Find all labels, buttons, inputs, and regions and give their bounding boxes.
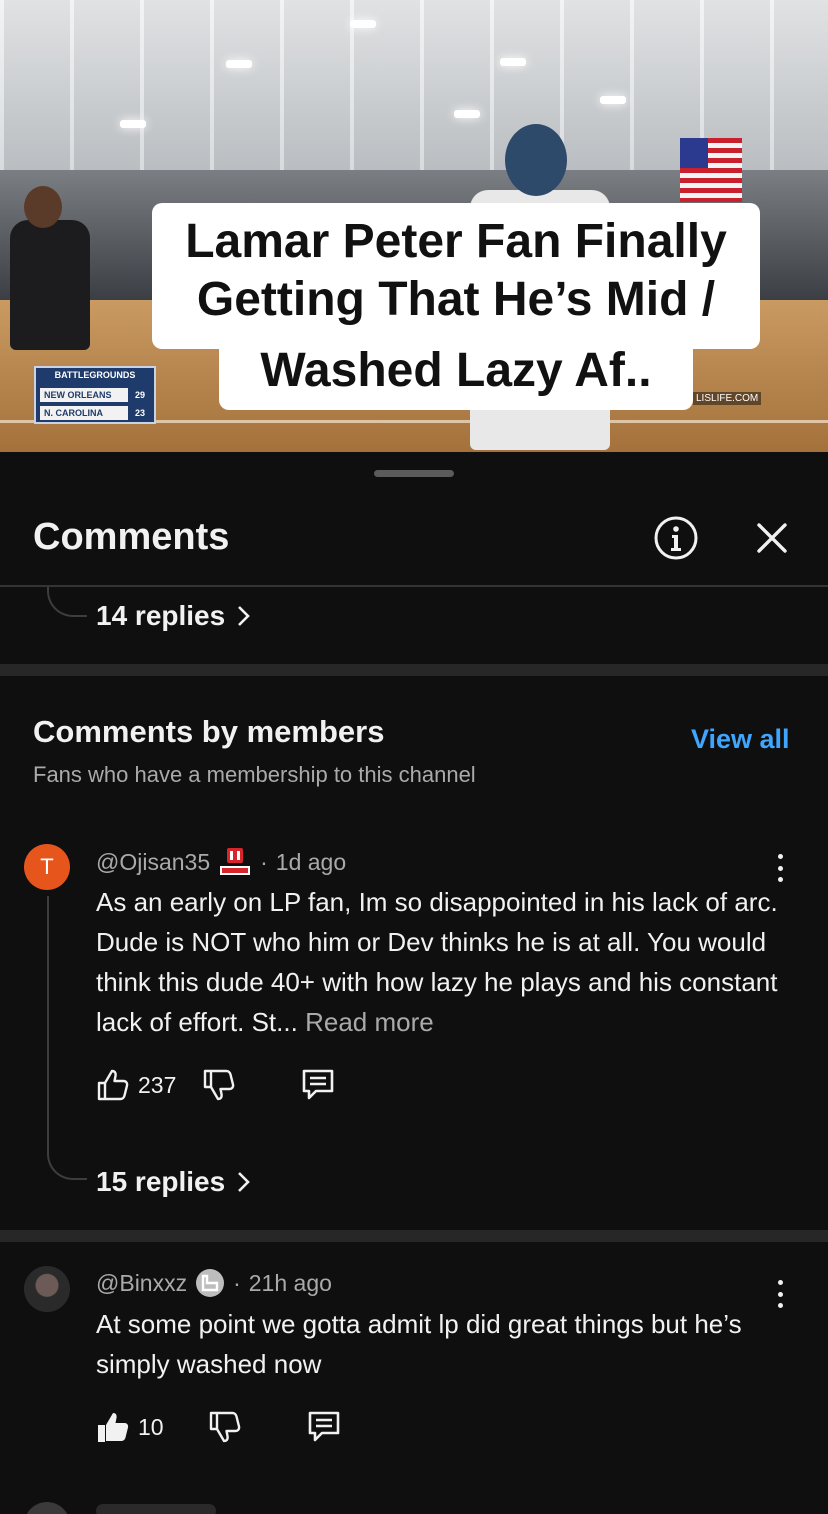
chevron-right-icon [238,1172,251,1192]
scorebug: BATTLEGROUNDS NEW ORLEANS 29 N. CAROLINA 2… [34,366,156,424]
caption-line-2: Getting That He’s Mid / [196,273,716,326]
read-more-link[interactable]: Read more [305,1007,434,1037]
comment-meta: @Binxxz · 21h ago [96,1268,332,1298]
star-badge-icon [218,847,252,877]
like-count: 10 [138,1413,164,1440]
header-divider [0,585,828,587]
thumbs-down-icon [204,1069,235,1101]
comment-text: At some point we gotta admit lp did grea… [96,1309,742,1379]
members-section-subtitle: Fans who have a membership to this chann… [33,762,476,787]
like-count: 237 [138,1071,177,1098]
avatar[interactable] [24,1266,70,1312]
avatar[interactable]: T [24,844,70,890]
dislike-button[interactable] [202,1068,236,1102]
comment-author[interactable]: @Ojisan35 [96,849,210,876]
close-icon [757,523,787,553]
members-section-title: Comments by members [33,714,385,749]
thumbs-up-icon [97,1069,129,1101]
drag-handle[interactable] [374,470,454,477]
comment-time: 21h ago [248,1269,332,1296]
more-options-button[interactable] [770,850,790,886]
avatar[interactable] [24,1502,70,1514]
thread-line [47,896,49,1148]
section-divider [0,664,828,676]
dislike-button[interactable] [208,1410,242,1444]
caption-line-3: Washed Lazy Af.. [260,344,652,397]
replies-button[interactable]: 14 replies [96,600,251,632]
replies-button[interactable]: 15 replies [96,1166,251,1198]
chevron-right-icon [238,606,251,626]
reply-comment-icon [308,1411,339,1442]
comment-actions: 237 [96,1068,336,1102]
section-divider [0,1230,828,1242]
comment-author[interactable]: @Binxxz [96,1270,187,1297]
comment-text: As an early on LP fan, Im so disappointe… [96,887,778,1037]
thread-connector [47,587,87,617]
reply-button[interactable] [300,1068,336,1102]
flag-image [680,138,742,202]
watermark: LISLIFE.COM [693,392,762,405]
member-badge-icon [195,1268,225,1298]
video-player[interactable]: BATTLEGROUNDS NEW ORLEANS 29 N. CAROLINA 2… [0,0,828,452]
like-button[interactable]: 237 [96,1068,176,1102]
comment-time: 1d ago [275,848,347,875]
caption-line-1: Lamar Peter Fan Finally [185,215,727,268]
player-left [10,220,90,350]
thumbs-up-filled-icon [98,1413,129,1442]
sheet-title: Comments [33,516,230,558]
reply-button[interactable] [306,1410,342,1444]
comment-actions: 10 [96,1410,342,1444]
thumbs-down-icon [209,1411,240,1443]
replies-label: 15 replies [96,1166,226,1197]
next-comment-meta [96,1504,216,1514]
video-caption-line-3-box: Washed Lazy Af.. [219,340,693,410]
info-icon [654,516,698,560]
like-button[interactable]: 10 [96,1410,164,1444]
reply-comment-icon [303,1069,334,1100]
view-all-link[interactable]: View all [691,724,790,755]
replies-label: 14 replies [96,600,226,631]
comment-meta: @Ojisan35 · 1d ago [96,847,346,877]
comments-sheet: Comments 14 replies Comments by members … [0,452,828,1514]
video-caption: Lamar Peter Fan Finally Getting That He’… [152,203,760,349]
info-button[interactable] [652,514,700,562]
thread-connector [47,1146,87,1180]
close-button[interactable] [748,514,796,562]
